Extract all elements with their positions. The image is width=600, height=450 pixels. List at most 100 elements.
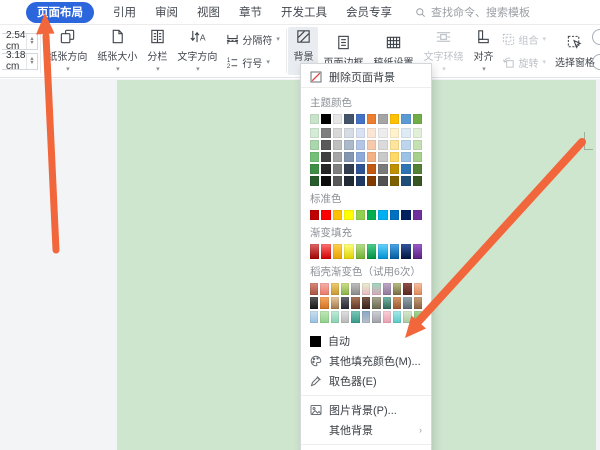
- color-swatch[interactable]: [321, 152, 330, 162]
- color-swatch[interactable]: [321, 210, 330, 220]
- menu-item-auto-color[interactable]: 自动: [301, 331, 431, 351]
- tab-developer[interactable]: 开发工具: [281, 4, 327, 20]
- color-swatch[interactable]: [362, 311, 370, 323]
- color-swatch[interactable]: [344, 176, 353, 186]
- color-swatch[interactable]: [320, 283, 328, 295]
- color-swatch[interactable]: [401, 152, 410, 162]
- color-swatch[interactable]: [414, 297, 422, 309]
- color-swatch[interactable]: [351, 311, 359, 323]
- color-swatch[interactable]: [383, 283, 391, 295]
- menu-item-color-picker[interactable]: 取色器(E): [301, 371, 431, 391]
- color-swatch[interactable]: [401, 164, 410, 174]
- paper-size-button[interactable]: 纸张大小: [92, 27, 142, 75]
- color-swatch[interactable]: [356, 164, 365, 174]
- tab-references[interactable]: 引用: [113, 4, 136, 20]
- color-swatch[interactable]: [310, 283, 318, 295]
- tab-page-layout[interactable]: 页面布局: [26, 2, 94, 23]
- color-swatch[interactable]: [403, 283, 411, 295]
- color-swatch[interactable]: [310, 311, 318, 323]
- color-swatch[interactable]: [413, 114, 422, 124]
- color-swatch[interactable]: [356, 152, 365, 162]
- color-swatch[interactable]: [390, 152, 399, 162]
- color-swatch[interactable]: [344, 140, 353, 150]
- color-swatch[interactable]: [356, 210, 365, 220]
- color-swatch[interactable]: [331, 297, 339, 309]
- color-swatch[interactable]: [413, 164, 422, 174]
- stepper-icon[interactable]: ▲▼: [26, 34, 36, 49]
- menu-item-delete-background[interactable]: 删除页面背景: [301, 66, 431, 88]
- color-swatch[interactable]: [333, 114, 342, 124]
- color-swatch[interactable]: [310, 210, 319, 220]
- color-swatch[interactable]: [331, 311, 339, 323]
- color-swatch[interactable]: [378, 114, 387, 124]
- color-swatch[interactable]: [344, 128, 353, 138]
- color-swatch[interactable]: [383, 311, 391, 323]
- color-swatch[interactable]: [333, 128, 342, 138]
- tab-member[interactable]: 会员专享: [346, 4, 392, 20]
- color-swatch[interactable]: [310, 176, 319, 186]
- color-swatch[interactable]: [320, 297, 328, 309]
- color-swatch[interactable]: [390, 114, 399, 124]
- color-swatch[interactable]: [321, 128, 330, 138]
- color-swatch[interactable]: [356, 140, 365, 150]
- color-swatch[interactable]: [333, 176, 342, 186]
- color-swatch[interactable]: [321, 176, 330, 186]
- command-search[interactable]: 查找命令、搜索模板: [415, 4, 530, 20]
- color-swatch[interactable]: [321, 244, 330, 259]
- color-swatch[interactable]: [310, 152, 319, 162]
- color-swatch[interactable]: [378, 176, 387, 186]
- color-swatch[interactable]: [367, 210, 376, 220]
- color-swatch[interactable]: [401, 128, 410, 138]
- color-swatch[interactable]: [367, 114, 376, 124]
- color-swatch[interactable]: [367, 152, 376, 162]
- line-number-button[interactable]: 12 行号: [222, 52, 284, 73]
- color-swatch[interactable]: [401, 210, 410, 220]
- color-swatch[interactable]: [321, 140, 330, 150]
- color-swatch[interactable]: [367, 176, 376, 186]
- color-swatch[interactable]: [356, 244, 365, 259]
- margin-top-field[interactable]: 2.54 cm ▲▼: [2, 33, 38, 50]
- color-swatch[interactable]: [344, 114, 353, 124]
- color-swatch[interactable]: [320, 311, 328, 323]
- color-swatch[interactable]: [367, 164, 376, 174]
- color-swatch[interactable]: [372, 311, 380, 323]
- color-swatch[interactable]: [378, 152, 387, 162]
- color-swatch[interactable]: [401, 114, 410, 124]
- tab-view[interactable]: 视图: [197, 4, 220, 20]
- menu-item-other-background[interactable]: 其他背景 ›: [301, 420, 431, 440]
- color-swatch[interactable]: [413, 140, 422, 150]
- color-swatch[interactable]: [378, 128, 387, 138]
- color-swatch[interactable]: [341, 297, 349, 309]
- color-swatch[interactable]: [413, 152, 422, 162]
- align-button[interactable]: 对齐: [468, 27, 498, 75]
- color-swatch[interactable]: [378, 140, 387, 150]
- color-swatch[interactable]: [367, 140, 376, 150]
- color-swatch[interactable]: [310, 128, 319, 138]
- color-swatch[interactable]: [401, 244, 410, 259]
- tab-section[interactable]: 章节: [239, 4, 262, 20]
- color-swatch[interactable]: [341, 311, 349, 323]
- color-swatch[interactable]: [383, 297, 391, 309]
- color-swatch[interactable]: [362, 283, 370, 295]
- color-swatch[interactable]: [401, 176, 410, 186]
- color-swatch[interactable]: [344, 210, 353, 220]
- color-swatch[interactable]: [378, 210, 387, 220]
- color-swatch[interactable]: [413, 244, 422, 259]
- color-swatch[interactable]: [351, 283, 359, 295]
- color-swatch[interactable]: [321, 164, 330, 174]
- color-swatch[interactable]: [344, 152, 353, 162]
- color-swatch[interactable]: [390, 176, 399, 186]
- color-swatch[interactable]: [310, 140, 319, 150]
- menu-item-more-fill-colors[interactable]: 其他填充颜色(M)...: [301, 351, 431, 371]
- color-swatch[interactable]: [310, 114, 319, 124]
- paper-orientation-button[interactable]: 纸张方向: [42, 27, 92, 75]
- color-swatch[interactable]: [390, 210, 399, 220]
- color-swatch[interactable]: [310, 244, 319, 259]
- color-swatch[interactable]: [331, 283, 339, 295]
- color-swatch[interactable]: [403, 297, 411, 309]
- color-swatch[interactable]: [413, 210, 422, 220]
- tab-review[interactable]: 审阅: [155, 4, 178, 20]
- color-swatch[interactable]: [333, 244, 342, 259]
- color-swatch[interactable]: [414, 283, 422, 295]
- color-swatch[interactable]: [356, 128, 365, 138]
